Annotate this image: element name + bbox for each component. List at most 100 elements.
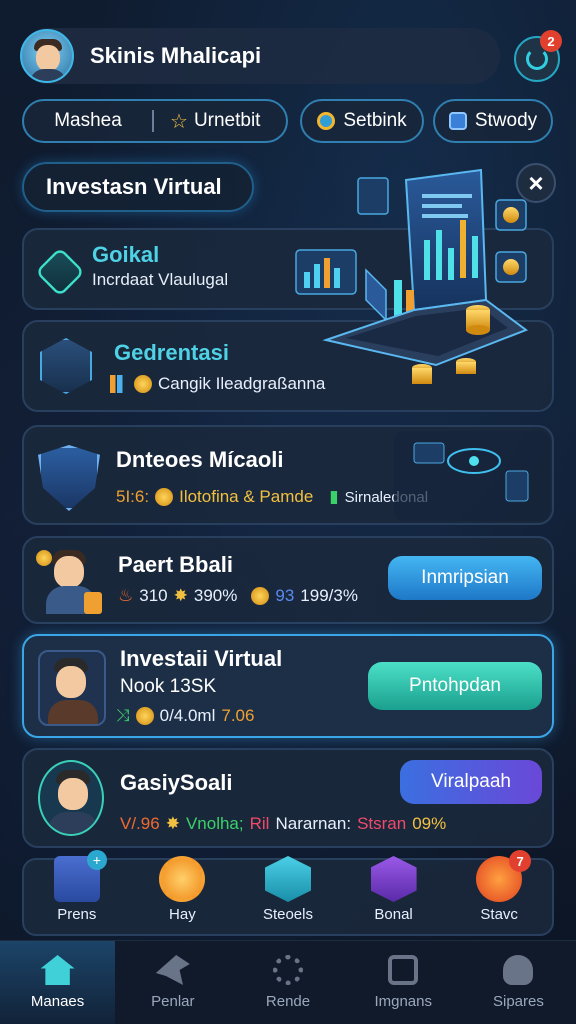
stat-value: V/.96: [120, 814, 160, 833]
nav-label: Rende: [265, 993, 311, 1010]
settings-icon: [273, 955, 303, 985]
shield-icon: [38, 445, 100, 511]
avatar[interactable]: [20, 29, 74, 83]
coin-search-icon: [317, 112, 336, 130]
investor-avatar: [38, 650, 106, 726]
coin-icon: [135, 707, 154, 725]
star-icon: ☆: [170, 110, 188, 133]
laptop-illustration-svg: [295, 168, 529, 384]
quick-action-prens[interactable]: + Prens: [33, 850, 121, 923]
filter-pill-3-label: Stwody: [474, 110, 538, 131]
filter-pill-3[interactable]: Stwody: [433, 99, 553, 143]
filter-seg-2-label: Urnetbit: [193, 110, 261, 131]
filter-seg-2[interactable]: ☆ Urnetbit: [170, 109, 260, 134]
bird-icon: [155, 955, 190, 985]
cube-icon: [35, 247, 85, 297]
stat-value: 199/3%: [300, 586, 358, 605]
stat-value: Ril: [249, 814, 270, 833]
stat-value: 310: [139, 586, 168, 605]
card-stats: ♨ 310 ✸ 390% 93 199/3%: [118, 586, 358, 606]
network-illustration: [394, 431, 550, 521]
card-title: Gedrentasi: [114, 340, 229, 365]
bottom-nav: Manaes Penlar Rende Imgnans Sipares: [0, 940, 576, 1024]
app-screen: Skinis Mhalicapi 2 Mashea ☆ Urnetbit Set…: [0, 0, 576, 1024]
primary-action-button[interactable]: Inmripsian: [388, 556, 542, 600]
nav-manaes[interactable]: Manaes: [0, 941, 116, 1024]
chip-icon: [448, 112, 467, 130]
coin-icon: [134, 375, 152, 393]
card-subtitle: Incrdaat Vlaulugal: [92, 270, 229, 289]
stat-value: 0/4.0ml: [159, 706, 216, 725]
stat-value: Vnolha;: [185, 814, 244, 833]
card-gasiysoali[interactable]: GasiySoali V/.96 ✸ Vnolha; Ril Nararnan:…: [22, 748, 554, 848]
quick-action-hay[interactable]: Hay: [138, 856, 226, 923]
nav-rende[interactable]: Rende: [230, 941, 345, 1024]
person-illustration: [32, 542, 112, 622]
primary-action-button[interactable]: Viralpaah: [400, 760, 542, 804]
nav-sipares[interactable]: Sipares: [461, 941, 576, 1024]
stat-value: Stsran: [357, 814, 407, 833]
card-dnteoes[interactable]: Dnteoes Mícaoli 5Ι:6: Ilotofina & Pamde …: [22, 425, 554, 525]
nav-label: Manaes: [30, 993, 85, 1010]
divider: [152, 110, 154, 132]
card-title: Paert Bbali: [118, 552, 233, 577]
user-name: Skinis Mhalicapi: [90, 43, 262, 68]
gear-icon: ✸: [165, 814, 180, 833]
stat-value: Ilotofina & Pamde: [179, 487, 314, 506]
quick-action-label: Steoels: [262, 906, 313, 923]
search-hex-icon: [370, 856, 417, 902]
chart-icon: [40, 338, 92, 394]
fire-icon: ♨: [118, 586, 134, 605]
mini-chart-icon: [110, 375, 128, 393]
primary-action-button[interactable]: Pntohpdan: [368, 662, 542, 710]
card-investaii-virtual[interactable]: Investaii Virtual Nook 13SK ⤨ 0/4.0ml 7.…: [22, 634, 554, 738]
notification-badge: 2: [540, 30, 562, 52]
quick-action-bonal[interactable]: Bonal: [350, 856, 438, 923]
user-icon: [503, 955, 534, 985]
card-title: Dnteoes Mícaoli: [116, 447, 284, 472]
stat-value: 390%: [193, 586, 238, 605]
nav-imgnans[interactable]: Imgnans: [346, 941, 461, 1024]
card-stats: 5Ι:6: Ilotofina & Pamde ▮ Sirnaledonal: [116, 487, 428, 507]
stat-value: 5Ι:6:: [116, 487, 150, 506]
filter-pill-2[interactable]: Setbink: [300, 99, 424, 143]
quick-action-steoels[interactable]: Steoels: [244, 856, 332, 923]
filter-segment-group[interactable]: Mashea ☆ Urnetbit: [22, 99, 288, 143]
camera-icon: [388, 955, 419, 985]
add-icon: +: [86, 850, 107, 870]
section-title: Investasn Virtual: [22, 162, 254, 212]
refresh-icon: [526, 48, 548, 70]
filter-seg-1[interactable]: Mashea: [24, 110, 152, 132]
nav-penlar[interactable]: Penlar: [115, 941, 230, 1024]
filter-pill-2-label: Setbink: [343, 110, 407, 131]
home-icon: [40, 955, 75, 985]
refresh-notification-button[interactable]: 2: [514, 30, 562, 82]
stat-value: Nararnan:: [275, 814, 352, 833]
hex-info-icon: [264, 856, 311, 902]
card-stats: V/.96 ✸ Vnolha; Ril Nararnan: Stsran 09%: [120, 814, 446, 834]
nav-label: Imgnans: [374, 993, 432, 1010]
card-subtitle: Nook 13SK: [120, 676, 217, 697]
card-title: Investaii Virtual: [120, 646, 283, 671]
nav-label: Sipares: [492, 993, 544, 1010]
stat-value: 93: [275, 586, 295, 605]
card-title: GasiySoali: [120, 770, 233, 795]
quick-action-bar: + Prens Hay Steoels Bonal 7 Stavc: [22, 850, 554, 936]
laptop-finance-illustration: [286, 160, 556, 400]
quick-action-label: Hay: [169, 906, 196, 923]
quick-action-label: Prens: [57, 906, 97, 923]
card-stats: ⤨ 0/4.0ml 7.06: [116, 706, 254, 726]
coin-icon: [251, 587, 270, 605]
sparkle-icon: ✸: [173, 586, 188, 605]
quick-action-badge: 7: [509, 850, 532, 872]
bars-icon: ▮: [329, 487, 339, 506]
stat-value: 7.06: [221, 706, 255, 725]
quick-action-stavc[interactable]: 7 Stavc: [455, 850, 543, 923]
card-paert[interactable]: Paert Bbali ♨ 310 ✸ 390% 93 199/3% Inmri…: [22, 536, 554, 624]
user-avatar: [38, 760, 104, 836]
swap-icon: ⤨: [116, 706, 130, 725]
profile-header[interactable]: Skinis Mhalicapi: [20, 28, 500, 84]
gear-coin-icon: [159, 856, 206, 902]
quick-action-label: Bonal: [374, 906, 413, 923]
quick-action-label: Stavc: [480, 906, 518, 923]
